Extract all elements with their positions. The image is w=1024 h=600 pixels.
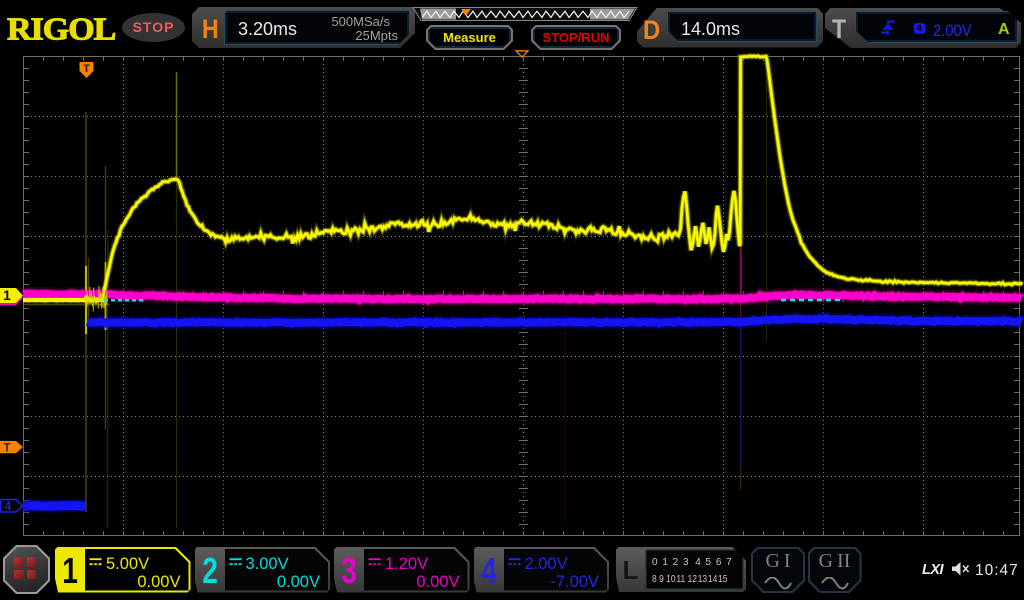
svg-text:T: T	[3, 443, 10, 455]
svg-text:1: 1	[3, 288, 11, 303]
svg-text:4: 4	[5, 501, 12, 513]
svg-text:T: T	[83, 63, 90, 75]
